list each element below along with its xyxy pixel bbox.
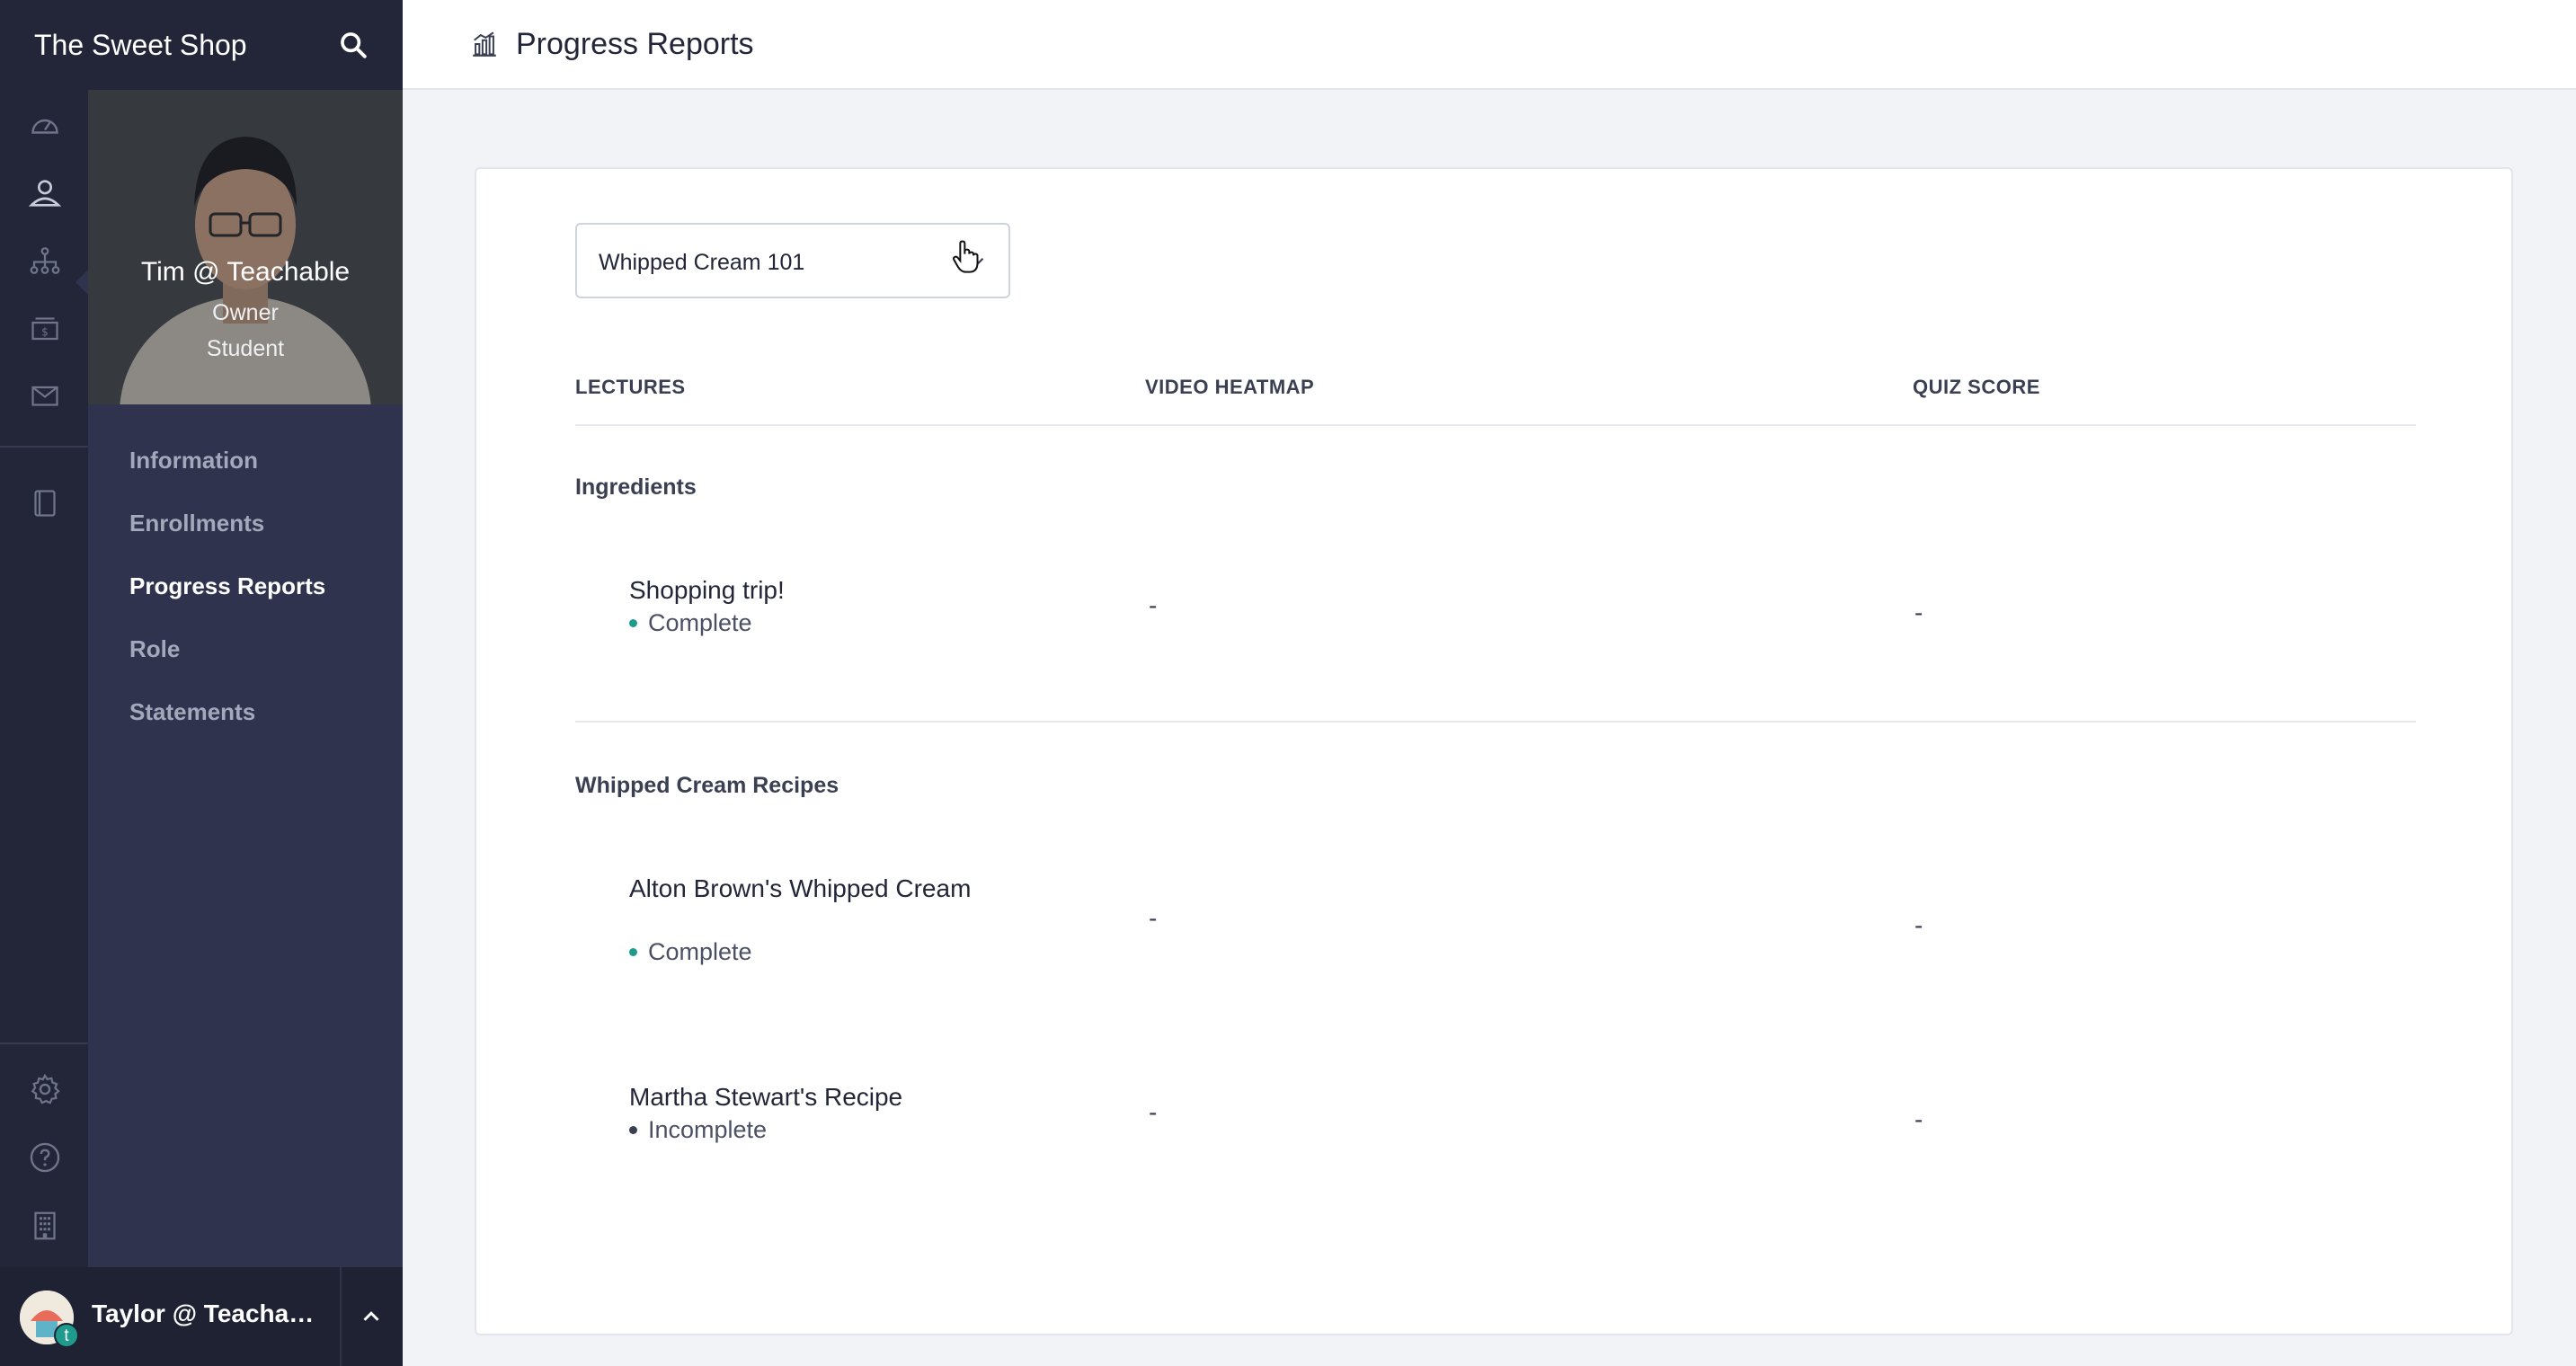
subnav-item-role[interactable]: Role — [129, 620, 325, 683]
users-icon[interactable] — [27, 175, 63, 211]
profile-name: Tim @ Teachable — [140, 257, 351, 287]
profile-role-student: Student — [206, 336, 285, 361]
rail-divider — [0, 1042, 88, 1044]
search-icon[interactable] — [338, 30, 369, 60]
lecture-status: Incomplete — [629, 1116, 767, 1144]
page-header: Progress Reports — [403, 0, 2576, 90]
active-indicator — [76, 270, 88, 295]
account-divider — [340, 1267, 342, 1366]
course-select-value: Whipped Cream 101 — [599, 250, 805, 275]
lecture-status-label: Complete — [648, 938, 752, 965]
email-icon[interactable] — [27, 377, 63, 413]
user-sidebar: Tim @ Teachable Owner Student Informatio… — [88, 90, 403, 1267]
progress-report-card: Whipped Cream 101 LECTURES VIDEO HEATMAP… — [475, 167, 2513, 1335]
lecture-status-label: Complete — [648, 609, 752, 636]
user-subnav: Information Enrollments Progress Reports… — [129, 431, 325, 746]
video-heatmap-value: - — [1149, 591, 1158, 619]
header-divider — [575, 424, 2416, 426]
dashboard-icon[interactable] — [27, 108, 63, 144]
building-icon[interactable] — [27, 1208, 63, 1244]
sales-icon[interactable]: $ — [27, 310, 63, 346]
video-heatmap-value: - — [1149, 904, 1158, 932]
account-name[interactable]: Taylor @ Teachabl... — [92, 1299, 325, 1328]
quiz-score-value: - — [1914, 1105, 1923, 1133]
profile-role-owner: Owner — [212, 300, 279, 325]
page-title: Progress Reports — [516, 26, 754, 61]
lecture-name[interactable]: Alton Brown's Whipped Cream — [629, 874, 989, 904]
status-dot — [629, 948, 637, 956]
status-dot — [629, 1126, 637, 1134]
bar-chart-icon — [473, 31, 496, 57]
icon-rail: $ — [0, 90, 88, 1267]
section-title: Whipped Cream Recipes — [575, 773, 839, 798]
subnav-item-information[interactable]: Information — [129, 431, 325, 494]
quiz-score-value: - — [1914, 911, 1923, 939]
chevron-up-icon[interactable] — [358, 1303, 385, 1330]
brand-bar: The Sweet Shop — [0, 0, 403, 90]
settings-icon[interactable] — [27, 1071, 63, 1107]
sitemap-icon[interactable] — [27, 243, 63, 279]
column-header-lectures: LECTURES — [575, 376, 686, 398]
svg-text:$: $ — [41, 325, 49, 338]
section-title: Ingredients — [575, 475, 697, 500]
lecture-name[interactable]: Martha Stewart's Recipe — [629, 1082, 989, 1113]
subnav-item-enrollments[interactable]: Enrollments — [129, 494, 325, 557]
section-divider — [575, 721, 2416, 723]
lecture-name[interactable]: Shopping trip! — [629, 575, 989, 606]
status-dot — [629, 619, 637, 627]
book-icon[interactable] — [27, 485, 63, 521]
quiz-score-value: - — [1914, 599, 1923, 626]
profile-card: Tim @ Teachable Owner Student — [88, 90, 403, 404]
lecture-status: Complete — [629, 938, 752, 966]
video-heatmap-value: - — [1149, 1098, 1158, 1126]
app-title[interactable]: The Sweet Shop — [34, 29, 247, 62]
lecture-status: Complete — [629, 609, 752, 637]
rail-divider — [0, 446, 88, 448]
subnav-item-statements[interactable]: Statements — [129, 683, 325, 746]
account-bar[interactable]: t Taylor @ Teachabl... — [0, 1267, 403, 1366]
user-badge: t — [54, 1323, 79, 1348]
lecture-status-label: Incomplete — [648, 1116, 768, 1143]
subnav-item-progress-reports[interactable]: Progress Reports — [129, 557, 325, 620]
help-icon[interactable] — [27, 1140, 63, 1175]
hand-cursor-icon — [953, 240, 979, 273]
column-header-quiz-score: QUIZ SCORE — [1913, 376, 2040, 398]
column-header-video-heatmap: VIDEO HEATMAP — [1145, 376, 1315, 398]
course-select[interactable]: Whipped Cream 101 — [575, 223, 1010, 298]
